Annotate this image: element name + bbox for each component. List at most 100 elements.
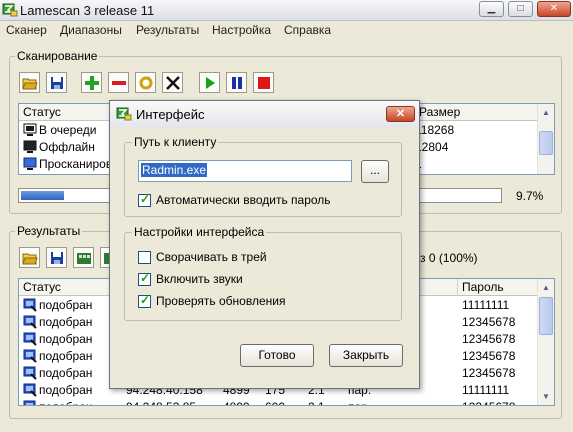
result-password: 11111111	[462, 298, 510, 312]
scan-col-status[interactable]: Статус	[19, 104, 111, 121]
result-password: 12345678	[462, 349, 516, 363]
checkmark-icon: ✓	[140, 293, 151, 307]
floppy-icon	[51, 77, 63, 89]
results-scrollbar[interactable]: ▲ ▼	[537, 279, 554, 405]
scan-row-status: Просканирова	[39, 157, 119, 171]
scroll-up-icon[interactable]: ▲	[538, 104, 554, 121]
scroll-up-icon[interactable]: ▲	[538, 279, 554, 296]
main-window: Lamescan 3 release 11 ▁ □ ✕ Сканер Диапа…	[0, 0, 573, 432]
result-c3: 600	[265, 399, 285, 405]
scroll-thumb[interactable]	[539, 131, 553, 155]
scan-group-label: Сканирование	[15, 49, 100, 63]
result-password: 11111111	[462, 383, 510, 397]
scan-row-size: 12804	[415, 140, 449, 154]
result-password: 12345678	[462, 332, 516, 346]
save-button[interactable]	[46, 72, 67, 93]
scan-row-status: Оффлайн	[39, 140, 95, 154]
menu-settings[interactable]: Настройка	[212, 23, 271, 37]
refresh-button[interactable]	[135, 72, 156, 93]
export-icon	[77, 253, 91, 264]
start-button[interactable]	[199, 72, 220, 93]
maximize-button[interactable]: □	[508, 1, 533, 17]
offline-icon	[23, 140, 37, 153]
ui-settings-group-label: Настройки интерфейса	[132, 225, 267, 239]
result-ip: 94.248.53.85	[126, 399, 196, 405]
window-title: Lamescan 3 release 11	[20, 3, 155, 18]
dialog-close-text-button[interactable]: Закрыть	[329, 344, 403, 367]
checkmark-icon: ✓	[140, 192, 151, 206]
results-save-button[interactable]	[46, 247, 67, 268]
scan-row-size: 118268	[415, 123, 455, 137]
scan-scrollbar[interactable]: ▲	[537, 104, 554, 174]
maximize-icon: □	[517, 3, 524, 14]
menu-help[interactable]: Справка	[284, 23, 331, 37]
result-status: подобран	[39, 366, 93, 380]
enable-sounds-checkbox[interactable]: ✓	[138, 271, 151, 286]
pause-icon	[232, 77, 242, 89]
auto-password-checkbox[interactable]: ✓	[138, 192, 151, 207]
minimize-button[interactable]: ▁	[479, 1, 504, 17]
found-icon	[23, 332, 37, 346]
queue-icon	[23, 123, 37, 136]
check-updates-label: Проверять обновления	[156, 294, 286, 308]
result-port: 4899	[223, 399, 250, 405]
found-icon	[23, 366, 37, 380]
scan-row-status: В очереди	[39, 123, 97, 137]
found-icon	[23, 298, 37, 312]
result-password: 12345678	[462, 366, 516, 380]
folder-icon	[22, 253, 38, 265]
dialog-title-bar: Интерфейс ✕	[110, 101, 419, 128]
minimize-to-tray-label: Сворачивать в трей	[156, 250, 267, 264]
clear-button[interactable]	[162, 72, 183, 93]
stop-button[interactable]	[253, 72, 274, 93]
minus-icon	[112, 81, 126, 85]
scroll-down-icon[interactable]: ▼	[538, 388, 554, 405]
result-c4: 2.1	[308, 399, 325, 405]
menu-scanner[interactable]: Сканер	[6, 23, 47, 37]
remove-range-button[interactable]	[108, 72, 129, 93]
client-path-input[interactable]: Radmin.exe	[138, 160, 352, 182]
results-col-password[interactable]: Пароль	[458, 279, 539, 296]
cross-icon	[166, 76, 180, 90]
scroll-thumb[interactable]	[539, 297, 553, 335]
stop-icon	[258, 77, 270, 89]
result-status: подобран	[39, 383, 93, 397]
result-password: 12345678	[462, 315, 516, 329]
open-button[interactable]	[19, 72, 40, 93]
close-button[interactable]: ✕	[537, 1, 571, 17]
results-group-label: Результаты	[15, 224, 83, 238]
minimize-to-tray-checkbox[interactable]	[138, 251, 151, 264]
result-status: подобран	[39, 315, 93, 329]
results-export-button[interactable]	[73, 247, 94, 268]
dialog-close-button[interactable]: ✕	[386, 106, 415, 122]
floppy-icon	[51, 252, 63, 264]
result-c5: пар.	[348, 399, 371, 405]
close-icon: ✕	[549, 3, 559, 14]
results-open-button[interactable]	[19, 247, 40, 268]
scanned-icon	[23, 157, 37, 170]
menu-results[interactable]: Результаты	[136, 23, 199, 37]
app-icon	[116, 107, 132, 121]
progress-label: 9.7%	[516, 189, 544, 203]
scan-col-size[interactable]: Размер	[415, 104, 539, 121]
progress-fill	[21, 191, 64, 200]
results-summary: з 0 (100%)	[420, 251, 478, 265]
results-col-status[interactable]: Статус	[19, 279, 111, 296]
dialog-title: Интерфейс	[136, 107, 205, 122]
auto-password-label: Автоматически вводить пароль	[156, 193, 331, 207]
folder-icon	[22, 78, 38, 90]
add-range-button[interactable]	[81, 72, 102, 93]
ok-button[interactable]: Готово	[240, 344, 314, 367]
found-icon	[23, 349, 37, 363]
result-status: подобран	[39, 349, 93, 363]
refresh-icon	[139, 76, 153, 90]
menu-ranges[interactable]: Диапазоны	[60, 23, 122, 37]
found-icon	[23, 315, 37, 329]
close-icon: ✕	[395, 108, 406, 120]
pause-button[interactable]	[226, 72, 247, 93]
browse-button[interactable]: ...	[361, 160, 389, 183]
plus-icon	[85, 76, 99, 90]
client-path-value: Radmin.exe	[141, 163, 208, 177]
check-updates-checkbox[interactable]: ✓	[138, 293, 151, 308]
app-icon	[2, 3, 18, 17]
